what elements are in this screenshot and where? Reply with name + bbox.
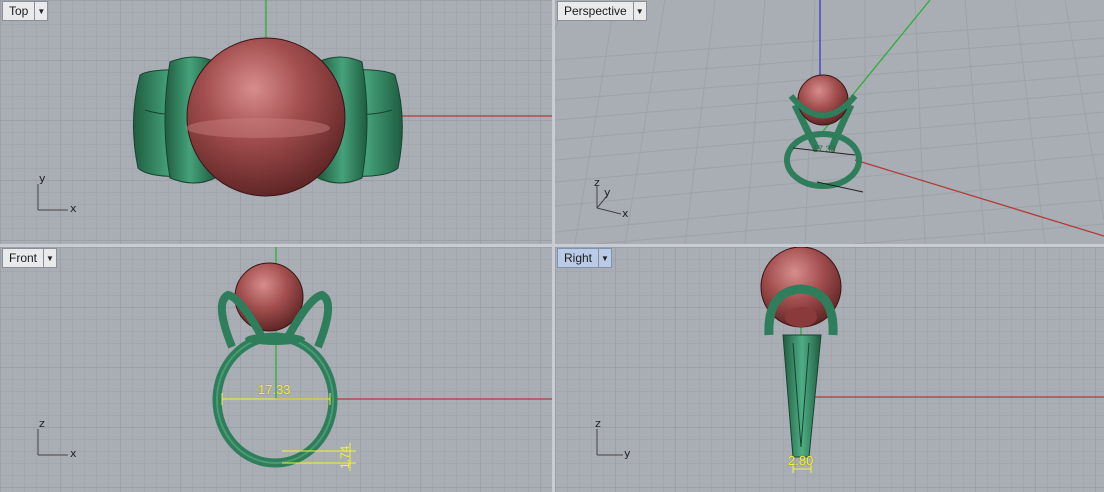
viewport-perspective[interactable]: 17.33 z y x Perspective ▼	[555, 0, 1104, 244]
viewport-tab-right[interactable]: Right ▼	[557, 248, 613, 268]
axis-label-x: x	[70, 202, 77, 215]
dimension-band-width: 2.80	[788, 453, 814, 468]
top-view-scene	[0, 0, 552, 244]
perspective-view-scene	[555, 0, 1104, 244]
axis-label-y: y	[604, 186, 611, 199]
viewport-tab-front[interactable]: Front ▼	[2, 248, 58, 268]
viewport-tab-top[interactable]: Top ▼	[2, 1, 49, 21]
front-view-scene	[0, 247, 552, 492]
axis-label-y: y	[624, 447, 631, 460]
right-view-scene	[555, 247, 1104, 492]
dimension-inner-diameter: 17.33	[258, 382, 291, 397]
axis-label-x: x	[70, 447, 77, 460]
viewport-tab-perspective[interactable]: Perspective ▼	[557, 1, 647, 21]
axis-label-x: x	[622, 207, 629, 220]
viewport-title: Top	[9, 4, 29, 18]
viewport-right[interactable]: 2.80 z y Right ▼	[555, 247, 1104, 492]
axis-label-y: y	[39, 172, 46, 185]
axis-label-z: z	[595, 417, 601, 430]
viewport-title: Right	[564, 251, 593, 265]
viewport-title: Perspective	[564, 4, 627, 18]
viewport-top[interactable]: y x Top ▼	[0, 0, 552, 244]
chevron-down-icon[interactable]: ▼	[43, 249, 56, 267]
viewport-title: Front	[9, 251, 38, 265]
chevron-down-icon[interactable]: ▼	[34, 2, 47, 20]
viewport-front[interactable]: 17.33 1.74 z x Front ▼	[0, 247, 552, 492]
axis-label-z: z	[39, 417, 45, 430]
chevron-down-icon[interactable]: ▼	[598, 249, 611, 267]
axis-label-z: z	[594, 176, 600, 189]
dimension-label: 17.33	[813, 144, 836, 154]
dimension-band-thickness: 1.74	[338, 445, 352, 469]
chevron-down-icon[interactable]: ▼	[632, 2, 646, 20]
